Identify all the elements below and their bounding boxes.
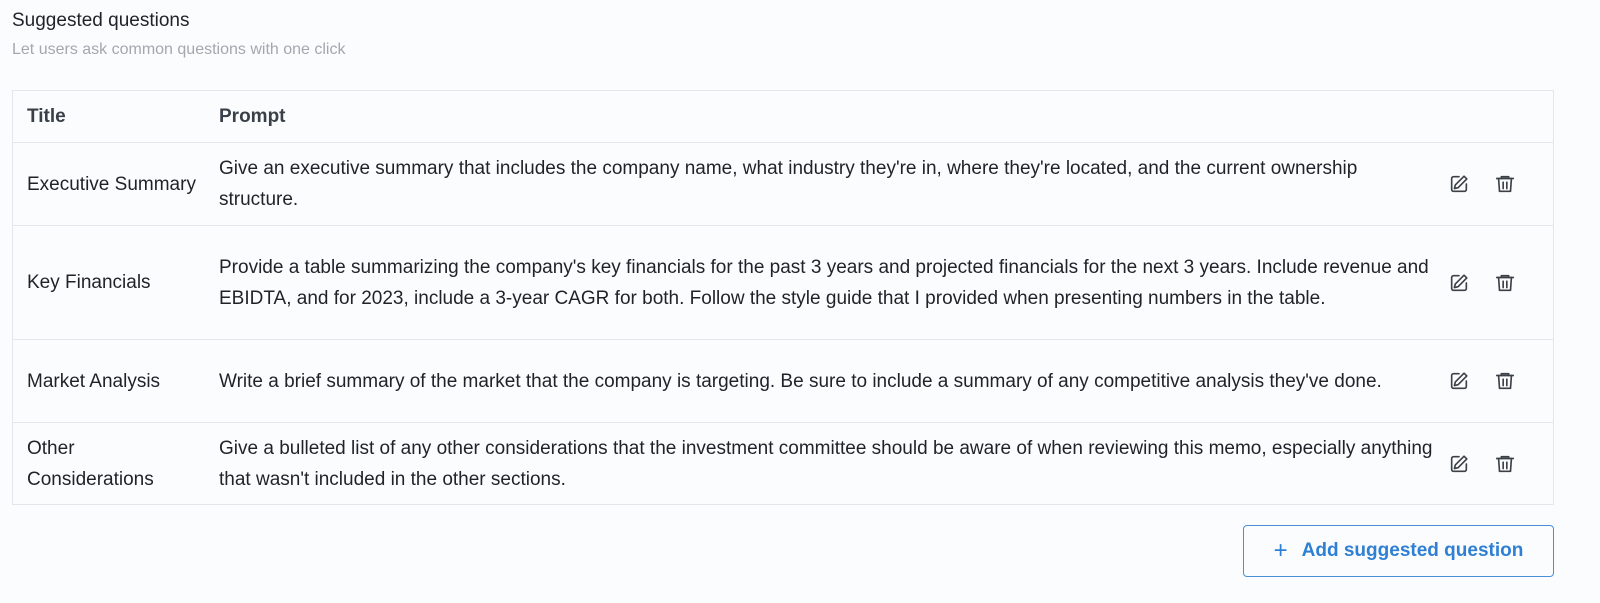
suggested-questions-section: Suggested questions Let users ask common… <box>0 0 1600 603</box>
column-header-prompt: Prompt <box>219 106 286 127</box>
add-suggested-question-button[interactable]: + Add suggested question <box>1243 525 1554 577</box>
row-actions <box>1439 450 1519 478</box>
row-title: Other Considerations <box>27 437 154 490</box>
plus-icon: + <box>1273 537 1288 564</box>
row-prompt: Give a bulleted list of any other consid… <box>219 437 1433 490</box>
edit-icon[interactable] <box>1445 269 1473 297</box>
suggested-questions-table: Title Prompt Executive Summary Give an e… <box>12 90 1554 505</box>
trash-icon[interactable] <box>1491 450 1519 478</box>
row-title: Key Financials <box>27 272 151 293</box>
row-title: Market Analysis <box>27 370 161 392</box>
row-prompt: Write a brief summary of the market that… <box>219 370 1382 392</box>
trash-icon[interactable] <box>1491 269 1519 297</box>
add-button-label: Add suggested question <box>1301 540 1524 561</box>
section-subtitle: Let users ask common questions with one … <box>12 41 346 58</box>
row-actions <box>1439 170 1519 198</box>
row-prompt: Provide a table summarizing the company'… <box>219 256 1429 309</box>
row-actions <box>1439 367 1519 395</box>
edit-icon[interactable] <box>1445 170 1473 198</box>
row-prompt: Give an executive summary that includes … <box>219 158 1358 210</box>
row-actions <box>1439 269 1519 297</box>
row-title: Executive Summary <box>27 173 196 195</box>
table-row: Other Considerations Give a bulleted lis… <box>13 422 1553 504</box>
trash-icon[interactable] <box>1491 367 1519 395</box>
table-row: Market Analysis Write a brief summary of… <box>13 339 1553 422</box>
table-header-row: Title Prompt <box>13 91 1553 142</box>
table-row: Executive Summary Give an executive summ… <box>13 142 1553 225</box>
table-row: Key Financials Provide a table summarizi… <box>13 225 1553 339</box>
edit-icon[interactable] <box>1445 367 1473 395</box>
column-header-title: Title <box>27 106 66 127</box>
trash-icon[interactable] <box>1491 170 1519 198</box>
section-title: Suggested questions <box>12 10 190 31</box>
edit-icon[interactable] <box>1445 450 1473 478</box>
